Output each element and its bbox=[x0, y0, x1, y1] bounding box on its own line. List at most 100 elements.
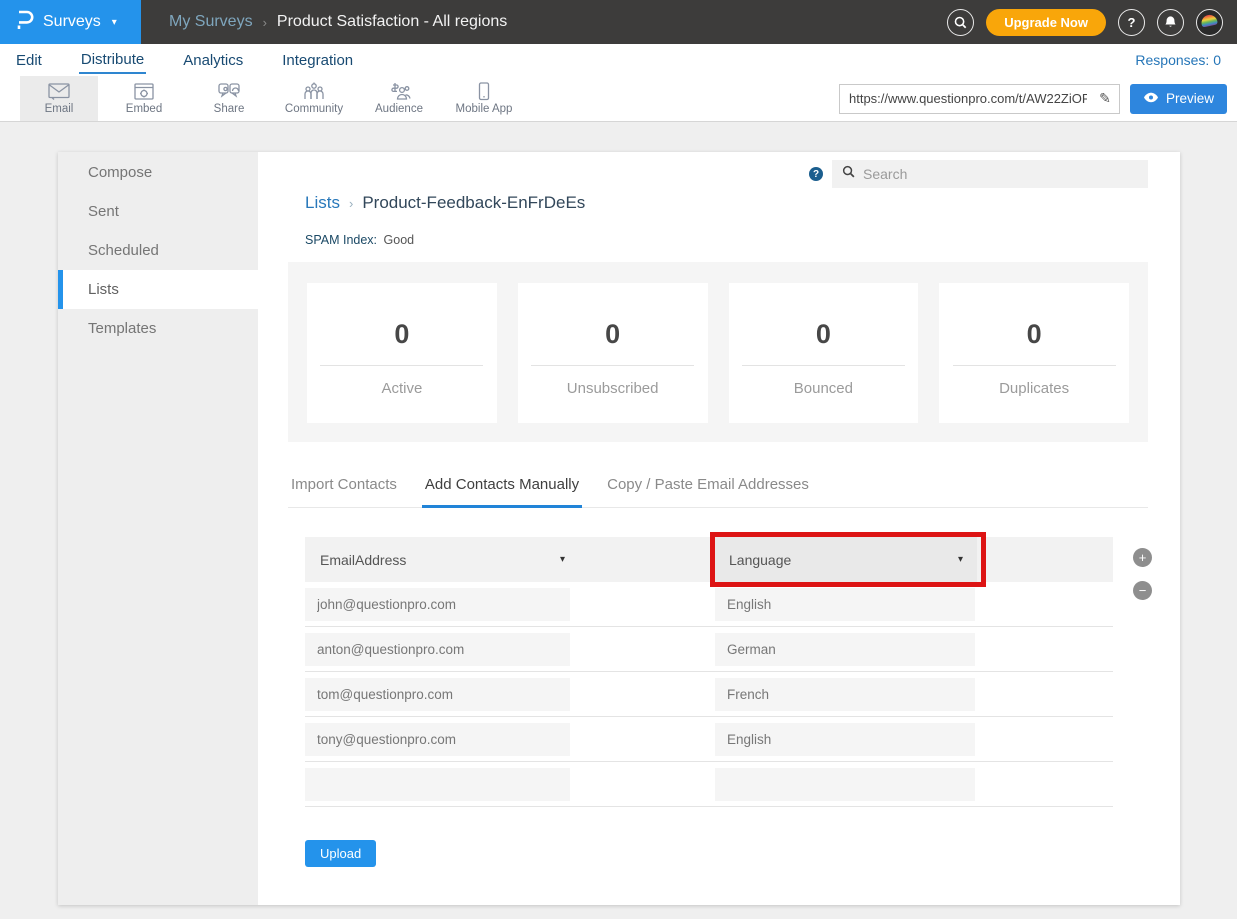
email-sidebar: Compose Sent Scheduled Lists Templates bbox=[58, 152, 258, 905]
stat-value: 0 bbox=[1027, 319, 1042, 350]
distribute-toolbar: Email Embed Share Community Audience Mob… bbox=[0, 76, 1237, 122]
sidebar-item-scheduled[interactable]: Scheduled bbox=[58, 231, 258, 270]
chevron-down-icon: ▾ bbox=[560, 554, 565, 565]
email-column-label: EmailAddress bbox=[320, 552, 406, 568]
avatar-image bbox=[1200, 13, 1218, 27]
email-field[interactable] bbox=[305, 678, 570, 711]
contact-row bbox=[305, 717, 1113, 762]
contact-row bbox=[305, 762, 1113, 807]
community-people-icon bbox=[302, 82, 326, 101]
sidebar-item-lists[interactable]: Lists bbox=[58, 270, 258, 309]
contact-tabs: Import Contacts Add Contacts Manually Co… bbox=[288, 476, 1148, 508]
toolbar-item-share[interactable]: Share bbox=[190, 76, 268, 121]
toolbar-item-email[interactable]: Email bbox=[20, 76, 98, 121]
tab-add-contacts-manually[interactable]: Add Contacts Manually bbox=[422, 476, 582, 508]
language-field[interactable] bbox=[715, 768, 975, 801]
chevron-down-icon: ▾ bbox=[112, 17, 117, 28]
breadcrumb-my-surveys[interactable]: My Surveys bbox=[169, 13, 253, 31]
list-stats: 0 Active 0 Unsubscribed 0 Bounced 0 Dupl… bbox=[288, 262, 1148, 442]
toolbar-item-label: Embed bbox=[126, 103, 162, 115]
email-field[interactable] bbox=[305, 768, 570, 801]
chevron-down-icon: ▾ bbox=[958, 554, 963, 565]
list-search-box bbox=[832, 160, 1148, 188]
stat-value: 0 bbox=[605, 319, 620, 350]
spam-index-label: SPAM Index: bbox=[305, 233, 377, 247]
user-avatar[interactable] bbox=[1196, 9, 1223, 36]
toolbar-item-label: Email bbox=[45, 103, 74, 115]
tab-edit[interactable]: Edit bbox=[14, 47, 44, 73]
upload-button[interactable]: Upload bbox=[305, 840, 376, 867]
contact-row bbox=[305, 627, 1113, 672]
stat-value: 0 bbox=[816, 319, 831, 350]
toolbar-item-audience[interactable]: Audience bbox=[360, 76, 438, 121]
language-field[interactable] bbox=[715, 633, 975, 666]
envelope-icon bbox=[47, 82, 71, 101]
preview-button[interactable]: Preview bbox=[1130, 84, 1227, 114]
stat-card-bounced: 0 Bounced bbox=[729, 283, 919, 423]
language-field[interactable] bbox=[715, 678, 975, 711]
email-field[interactable] bbox=[305, 588, 570, 621]
email-distribution-panel: Compose Sent Scheduled Lists Templates ?… bbox=[58, 152, 1180, 905]
breadcrumb-separator: › bbox=[263, 15, 267, 30]
top-header: Surveys ▾ My Surveys › Product Satisfact… bbox=[0, 0, 1237, 44]
email-column-select[interactable]: EmailAddress ▾ bbox=[320, 552, 565, 568]
list-name: Product-Feedback-EnFrDeEs bbox=[362, 193, 585, 213]
tab-import-contacts[interactable]: Import Contacts bbox=[288, 476, 400, 507]
embed-code-icon bbox=[133, 82, 155, 101]
survey-url-input[interactable] bbox=[840, 91, 1091, 106]
language-field[interactable] bbox=[715, 588, 975, 621]
audience-dollar-icon bbox=[387, 82, 411, 101]
toolbar-item-label: Audience bbox=[375, 103, 423, 115]
toolbar-item-mobile-app[interactable]: Mobile App bbox=[445, 76, 523, 121]
breadcrumb-separator: › bbox=[349, 196, 353, 211]
tab-distribute[interactable]: Distribute bbox=[79, 46, 146, 74]
tab-integration[interactable]: Integration bbox=[280, 47, 355, 73]
breadcrumb-lists-link[interactable]: Lists bbox=[305, 193, 340, 213]
email-field[interactable] bbox=[305, 723, 570, 756]
help-icon-small[interactable]: ? bbox=[809, 167, 823, 181]
share-bubbles-icon bbox=[217, 82, 241, 101]
stat-card-unsubscribed: 0 Unsubscribed bbox=[518, 283, 708, 423]
column-mapping-row: EmailAddress ▾ Language ▾ bbox=[305, 537, 1113, 582]
responses-count[interactable]: Responses: 0 bbox=[1135, 52, 1221, 68]
stat-card-duplicates: 0 Duplicates bbox=[939, 283, 1129, 423]
sidebar-item-sent[interactable]: Sent bbox=[58, 192, 258, 231]
eye-icon bbox=[1143, 91, 1159, 106]
search-input[interactable] bbox=[863, 166, 1138, 182]
notifications-bell-icon[interactable] bbox=[1157, 9, 1184, 36]
list-breadcrumb: Lists › Product-Feedback-EnFrDeEs bbox=[305, 193, 1148, 213]
search-icon[interactable] bbox=[947, 9, 974, 36]
survey-url-field: ✎ bbox=[839, 84, 1120, 114]
toolbar-item-embed[interactable]: Embed bbox=[105, 76, 183, 121]
sidebar-item-compose[interactable]: Compose bbox=[58, 153, 258, 192]
add-row-button[interactable]: + bbox=[1133, 548, 1152, 567]
toolbar-item-label: Share bbox=[214, 103, 245, 115]
tab-analytics[interactable]: Analytics bbox=[181, 47, 245, 73]
stat-label: Duplicates bbox=[999, 380, 1069, 397]
email-field[interactable] bbox=[305, 633, 570, 666]
toolbar-item-community[interactable]: Community bbox=[275, 76, 353, 121]
sidebar-item-templates[interactable]: Templates bbox=[58, 309, 258, 348]
help-icon[interactable]: ? bbox=[1118, 9, 1145, 36]
breadcrumb: My Surveys › Product Satisfaction - All … bbox=[141, 0, 947, 44]
contact-row bbox=[305, 672, 1113, 717]
toolbar-item-label: Mobile App bbox=[456, 103, 513, 115]
edit-url-pencil-icon[interactable]: ✎ bbox=[1091, 90, 1119, 107]
language-column-label: Language bbox=[729, 552, 791, 568]
stat-label: Active bbox=[381, 380, 422, 397]
stat-label: Bounced bbox=[794, 380, 853, 397]
mobile-phone-icon bbox=[477, 82, 491, 101]
upgrade-now-button[interactable]: Upgrade Now bbox=[986, 9, 1106, 36]
questionpro-logo-icon bbox=[14, 9, 34, 36]
contact-row bbox=[305, 582, 1113, 627]
search-icon bbox=[842, 165, 855, 183]
remove-row-button[interactable]: − bbox=[1133, 581, 1152, 600]
language-column-select[interactable]: Language ▾ bbox=[715, 537, 977, 582]
row-controls: + − bbox=[1133, 548, 1152, 600]
product-label: Surveys bbox=[43, 13, 101, 31]
language-field[interactable] bbox=[715, 723, 975, 756]
stat-value: 0 bbox=[394, 319, 409, 350]
surveys-menu[interactable]: Surveys ▾ bbox=[0, 0, 141, 44]
toolbar-item-label: Community bbox=[285, 103, 343, 115]
tab-copy-paste-emails[interactable]: Copy / Paste Email Addresses bbox=[604, 476, 812, 507]
